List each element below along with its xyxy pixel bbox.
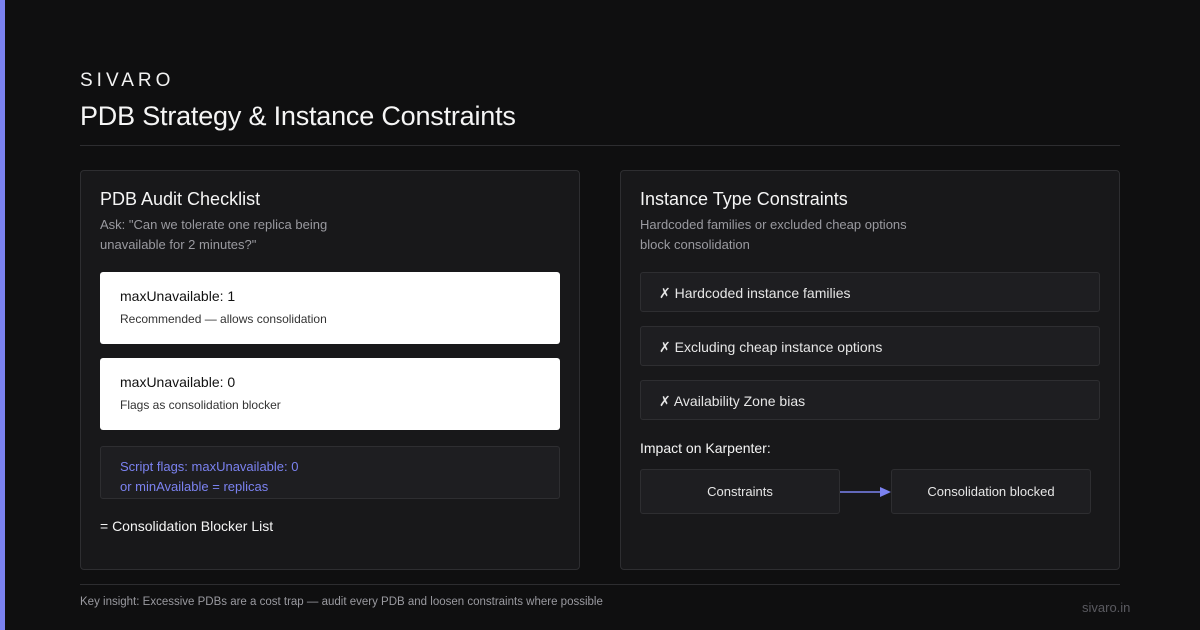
card-description: Recommended — allows consolidation [120,312,327,326]
panel-title: Instance Type Constraints [640,189,848,209]
impact-label: Impact on Karpenter: [640,440,771,456]
max-unavailable-0-card: maxUnavailable: 0 Flags as consolidation… [100,358,560,430]
site-url: sivaro.in [1082,600,1131,615]
constraint-item: ✗ Availability Zone bias [640,380,1100,420]
script-line: or minAvailable = replicas [120,479,269,494]
card-title: maxUnavailable: 1 [120,288,236,304]
header-divider [80,145,1120,146]
max-unavailable-1-card: maxUnavailable: 1 Recommended — allows c… [100,272,560,344]
flow-consolidation-blocked-box: Consolidation blocked [891,469,1091,514]
panel-title: PDB Audit Checklist [100,189,261,209]
footer-divider [80,584,1120,585]
constraint-item: ✗ Excluding cheap instance options [640,326,1100,366]
accent-bar [0,0,5,630]
card-title: maxUnavailable: 0 [120,374,236,390]
page-title: PDB Strategy & Instance Constraints [80,101,516,131]
brand-logo-text: SIVARO [80,70,175,91]
constraint-item: ✗ Hardcoded instance families [640,272,1100,312]
blocker-list-result: = Consolidation Blocker List [100,518,274,534]
subtitle-line: Ask: "Can we tolerate one replica being [100,217,328,232]
subtitle-line: block consolidation [640,237,750,252]
panel-subtitle: Ask: "Can we tolerate one replica being … [100,215,400,255]
pdb-audit-panel: PDB Audit Checklist Ask: "Can we tolerat… [80,170,580,570]
flow-arrow-icon [840,487,891,497]
constraint-label: ✗ Hardcoded instance families [659,285,851,301]
script-flags-box: Script flags: maxUnavailable: 0 or minAv… [100,446,560,499]
slide: SIVARO PDB Strategy & Instance Constrain… [0,0,1200,630]
flow-constraints-box: Constraints [640,469,840,514]
constraint-label: ✗ Excluding cheap instance options [659,339,883,355]
subtitle-line: unavailable for 2 minutes?" [100,237,257,252]
subtitle-line: Hardcoded families or excluded cheap opt… [640,217,907,232]
script-line: Script flags: maxUnavailable: 0 [120,459,299,474]
card-description: Flags as consolidation blocker [120,398,281,412]
key-insight-text: Key insight: Excessive PDBs are a cost t… [80,596,603,608]
panel-subtitle: Hardcoded families or excluded cheap opt… [640,215,940,255]
constraint-label: ✗ Availability Zone bias [659,393,806,409]
instance-constraints-panel: Instance Type Constraints Hardcoded fami… [620,170,1120,570]
